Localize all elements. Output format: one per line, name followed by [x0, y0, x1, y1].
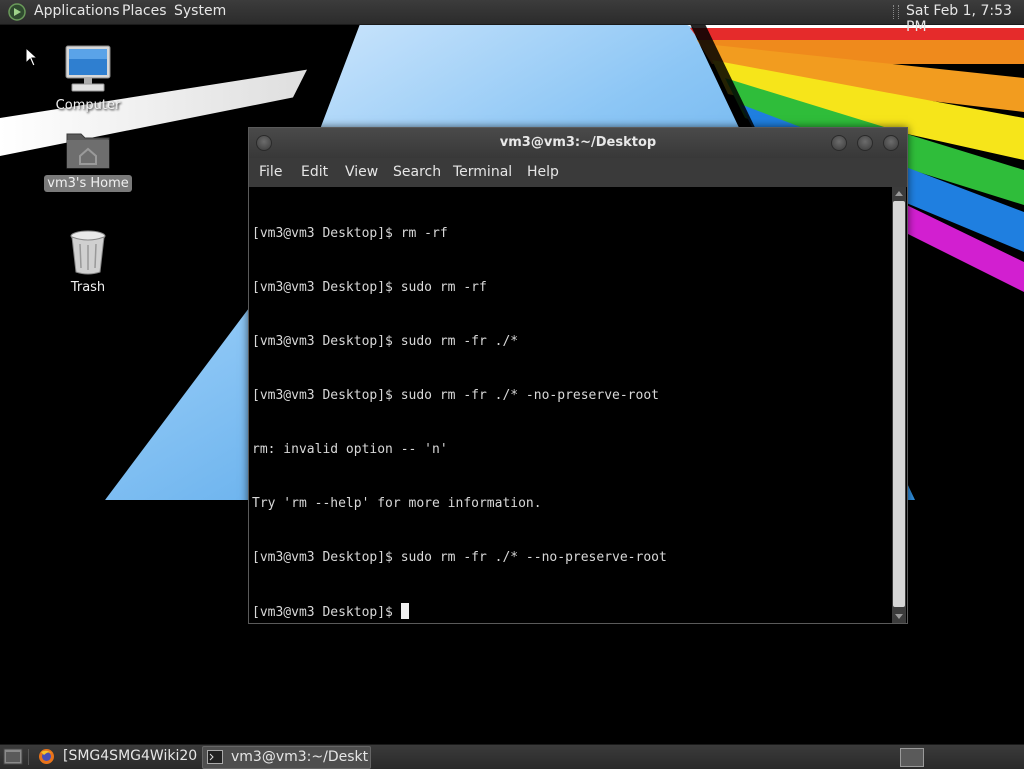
- firefox-icon: [39, 749, 54, 764]
- taskbar-item-label: vm3@vm3:~/Desktop: [231, 749, 369, 765]
- menu-terminal[interactable]: Terminal: [453, 164, 512, 180]
- taskbar-item-firefox[interactable]: [SMG4SMG4Wiki20...: [34, 746, 200, 767]
- terminal-menubar: File Edit View Search Terminal Help: [249, 158, 907, 187]
- home-folder-icon: [66, 133, 110, 169]
- minimize-button[interactable]: [831, 135, 847, 151]
- terminal-line: [vm3@vm3 Desktop]$ rm -rf: [252, 226, 448, 241]
- desktop-icon-trash[interactable]: Trash: [43, 228, 133, 296]
- desktop-icon-home[interactable]: vm3's Home: [43, 126, 133, 192]
- computer-icon: [65, 45, 111, 92]
- terminal-prompt-line[interactable]: [vm3@vm3 Desktop]$: [252, 603, 667, 622]
- menu-view[interactable]: View: [345, 164, 378, 180]
- taskbar-item-terminal[interactable]: vm3@vm3:~/Desktop: [202, 746, 371, 769]
- terminal-scrollbar[interactable]: [892, 187, 906, 623]
- terminal-lines: [vm3@vm3 Desktop]$ rm -rf [vm3@vm3 Deskt…: [252, 189, 667, 658]
- terminal-icon: [207, 750, 223, 764]
- places-menu[interactable]: Places: [122, 3, 167, 19]
- scroll-down-icon[interactable]: [895, 614, 903, 619]
- desktop-icon-label: vm3's Home: [44, 175, 132, 192]
- terminal-line: [vm3@vm3 Desktop]$ sudo rm -rf: [252, 280, 487, 295]
- panel-clock[interactable]: Sat Feb 1, 7:53 PM: [906, 3, 1024, 35]
- terminal-line: Try 'rm --help' for more information.: [252, 496, 542, 511]
- show-desktop-icon[interactable]: [3, 748, 23, 765]
- terminal-line: [vm3@vm3 Desktop]$ sudo rm -fr ./* --no-…: [252, 550, 667, 565]
- scrollbar-thumb[interactable]: [893, 201, 905, 607]
- trash-icon: [70, 230, 106, 275]
- window-title: vm3@vm3:~/Desktop: [499, 135, 657, 150]
- top-panel: Applications Places System Sat Feb 1, 7:…: [0, 0, 1024, 35]
- terminal-output[interactable]: [vm3@vm3 Desktop]$ rm -rf [vm3@vm3 Deskt…: [249, 187, 892, 623]
- bottom-panel: [SMG4SMG4Wiki20... vm3@vm3:~/Desktop: [0, 744, 1024, 769]
- workspace-switcher[interactable]: [900, 748, 924, 767]
- terminal-line: [vm3@vm3 Desktop]$ sudo rm -fr ./*: [252, 334, 519, 349]
- terminal-window[interactable]: vm3@vm3:~/Desktop File Edit View Search …: [248, 127, 908, 624]
- desktop-icon-computer[interactable]: Computer: [43, 44, 133, 114]
- menu-edit[interactable]: Edit: [301, 164, 328, 180]
- terminal-titlebar[interactable]: vm3@vm3:~/Desktop: [249, 128, 907, 158]
- menu-search[interactable]: Search: [393, 164, 441, 180]
- terminal-line: rm: invalid option -- 'n': [252, 442, 448, 457]
- maximize-button[interactable]: [857, 135, 873, 151]
- applications-menu-icon[interactable]: [8, 3, 26, 21]
- terminal-cursor: [400, 603, 409, 619]
- scroll-up-icon[interactable]: [895, 191, 903, 196]
- taskbar-item-label: [SMG4SMG4Wiki20...: [63, 748, 198, 764]
- desktop-icon-label: Computer: [55, 98, 121, 113]
- system-menu[interactable]: System: [174, 3, 226, 19]
- mouse-pointer-icon: [25, 47, 37, 67]
- applications-menu[interactable]: Applications: [34, 3, 120, 19]
- terminal-line: [vm3@vm3 Desktop]$ sudo rm -fr ./* -no-p…: [252, 388, 659, 403]
- desktop-icon-label: Trash: [70, 280, 106, 295]
- menu-help[interactable]: Help: [527, 164, 559, 180]
- panel-separator: [28, 749, 29, 765]
- menu-file[interactable]: File: [259, 164, 282, 180]
- panel-separator: [893, 5, 899, 19]
- close-button[interactable]: [883, 135, 899, 151]
- terminal-prompt: [vm3@vm3 Desktop]$: [252, 605, 401, 620]
